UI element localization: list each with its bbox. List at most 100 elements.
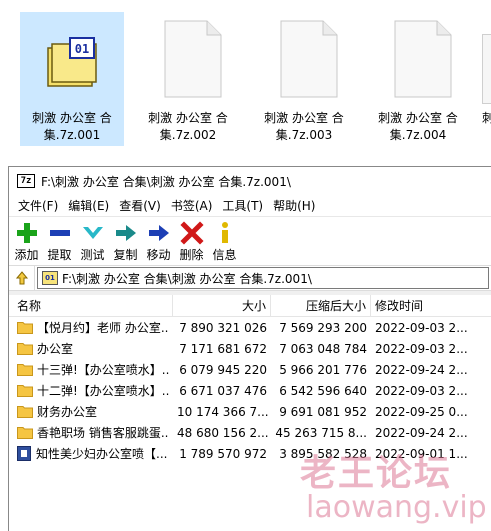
up-folder-button[interactable] <box>9 266 35 290</box>
row-size: 6 671 037 476 <box>179 383 267 398</box>
file-name: 刺激 办公室 合集.7z.004 <box>378 111 458 142</box>
test-button[interactable]: 测试 <box>77 221 108 263</box>
test-label: 测试 <box>80 248 105 262</box>
path-input[interactable]: 01 F:\刺激 办公室 合集\刺激 办公室 合集.7z.001\ <box>37 267 489 289</box>
test-icon <box>82 227 103 239</box>
info-label: 信息 <box>212 248 237 262</box>
up-arrow-icon <box>15 271 28 285</box>
folder-icon <box>17 322 33 334</box>
row-size: 48 680 156 2... <box>177 425 269 440</box>
row-name: 【悦月约】老师 办公室... <box>37 321 169 335</box>
table-row[interactable]: 十三弹!【办公室喷水】... 6 079 945 220 5 966 201 776… <box>9 359 491 380</box>
delete-label: 删除 <box>179 248 204 262</box>
add-button[interactable]: 添加 <box>11 221 42 263</box>
file-icon <box>17 446 31 461</box>
row-packed-size: 6 542 596 640 <box>279 383 367 398</box>
extract-icon <box>49 230 70 236</box>
folder-icon <box>17 385 33 397</box>
menu-edit[interactable]: 编辑(E) <box>63 195 114 217</box>
table-row[interactable]: 十二弹!【办公室喷水】... 6 671 037 476 6 542 596 640… <box>9 380 491 401</box>
info-button[interactable]: 信息 <box>209 221 240 263</box>
row-modified: 2022-09-03 2... <box>375 383 468 398</box>
menu-file[interactable]: 文件(F) <box>13 195 63 217</box>
row-name: 十二弹!【办公室喷水】... <box>37 384 169 398</box>
move-icon <box>148 225 169 241</box>
file-tile-004[interactable]: 刺激 办公室 合集.7z.004 <box>366 12 470 146</box>
list-rows: 【悦月约】老师 办公室... 7 890 321 026 7 569 293 200… <box>9 317 491 464</box>
file-tile-001[interactable]: 01 刺激 办公室 合集.7z.001 <box>20 12 124 146</box>
row-modified: 2022-09-24 2... <box>375 362 468 377</box>
file-name: 刺 <box>482 111 491 125</box>
row-name: 知性美少妇办公室喷【... <box>36 447 168 461</box>
archive-file-icon: 01 <box>47 37 97 87</box>
file-explorer-view: 01 刺激 办公室 合集.7z.001 刺激 办公室 合集.7z.002 刺激 … <box>0 0 491 160</box>
folder-icon <box>17 364 33 376</box>
move-button[interactable]: 移动 <box>143 221 174 263</box>
file-name: 刺激 办公室 合集.7z.003 <box>264 111 344 142</box>
list-header: 名称 大小 压缩后大小 修改时间 <box>9 295 491 317</box>
delete-button[interactable]: 删除 <box>176 221 207 263</box>
menu-bookmarks[interactable]: 书签(A) <box>166 195 218 217</box>
folder-icon <box>17 343 33 355</box>
row-name-cell: 香艳职场 销售客服跳蛋... <box>9 424 173 441</box>
row-name-cell: 【悦月约】老师 办公室... <box>9 319 173 336</box>
archive-path-icon: 01 <box>42 271 58 285</box>
row-size: 7 171 681 672 <box>179 341 267 356</box>
watermark-en: laowang.vip <box>306 490 487 525</box>
table-row[interactable]: 【悦月约】老师 办公室... 7 890 321 026 7 569 293 200… <box>9 317 491 338</box>
row-packed-size: 5 966 201 776 <box>279 362 367 377</box>
add-icon <box>16 223 37 243</box>
file-tile-002[interactable]: 刺激 办公室 合集.7z.002 <box>136 12 240 146</box>
column-size-header[interactable]: 大小 <box>173 295 271 316</box>
row-packed-size: 7 569 293 200 <box>279 320 367 335</box>
toolbar: 添加 提取 测试 复制 移动 删除 信息 <box>9 217 491 265</box>
row-name-cell: 财务办公室 <box>9 403 173 420</box>
file-tile-partial[interactable]: 刺 <box>482 12 491 146</box>
row-modified: 2022-09-24 2... <box>375 425 468 440</box>
title-bar[interactable]: 7z F:\刺激 办公室 合集\刺激 办公室 合集.7z.001\ <box>9 167 491 195</box>
folder-icon <box>17 406 33 418</box>
row-modified: 2022-09-03 2... <box>375 341 468 356</box>
file-tile-003[interactable]: 刺激 办公室 合集.7z.003 <box>252 12 356 146</box>
folder-icon <box>17 427 33 439</box>
document-file-icon <box>164 20 222 98</box>
row-packed-size: 9 691 081 952 <box>279 404 367 419</box>
table-row[interactable]: 办公室 7 171 681 672 7 063 048 784 2022-09-03 … <box>9 338 491 359</box>
extract-label: 提取 <box>47 248 72 262</box>
extract-button[interactable]: 提取 <box>44 221 75 263</box>
row-name-cell: 十三弹!【办公室喷水】... <box>9 361 173 378</box>
row-name: 办公室 <box>37 342 74 356</box>
add-label: 添加 <box>14 248 39 262</box>
document-file-icon <box>394 20 452 98</box>
column-modified-header[interactable]: 修改时间 <box>371 295 491 316</box>
row-size: 7 890 321 026 <box>179 320 267 335</box>
delete-icon <box>179 221 204 245</box>
path-text: F:\刺激 办公室 合集\刺激 办公室 合集.7z.001\ <box>62 271 312 286</box>
menu-help[interactable]: 帮助(H) <box>268 195 320 217</box>
column-packed-header[interactable]: 压缩后大小 <box>271 295 371 316</box>
row-size: 1 789 570 972 <box>179 446 267 461</box>
row-name: 财务办公室 <box>37 405 98 419</box>
row-size: 6 079 945 220 <box>179 362 267 377</box>
info-icon <box>221 222 228 243</box>
row-name: 香艳职场 销售客服跳蛋... <box>37 426 169 440</box>
document-file-icon <box>482 34 491 104</box>
window-title: F:\刺激 办公室 合集\刺激 办公室 合集.7z.001\ <box>41 174 291 189</box>
menu-tools[interactable]: 工具(T) <box>217 195 268 217</box>
copy-button[interactable]: 复制 <box>110 221 141 263</box>
copy-icon <box>115 225 136 241</box>
row-name-cell: 十二弹!【办公室喷水】... <box>9 382 173 399</box>
copy-label: 复制 <box>113 248 138 262</box>
row-name: 十三弹!【办公室喷水】... <box>37 363 169 377</box>
document-file-icon <box>280 20 338 98</box>
column-name-header[interactable]: 名称 <box>9 295 173 316</box>
svg-text:01: 01 <box>75 42 89 56</box>
row-name-cell: 办公室 <box>9 340 173 357</box>
menu-bar: 文件(F) 编辑(E) 查看(V) 书签(A) 工具(T) 帮助(H) <box>9 195 491 217</box>
table-row[interactable]: 财务办公室 10 174 366 7... 9 691 081 952 2022-09… <box>9 401 491 422</box>
file-name: 刺激 办公室 合集.7z.001 <box>32 111 112 142</box>
row-modified: 2022-09-25 0... <box>375 404 468 419</box>
row-size: 10 174 366 7... <box>177 404 269 419</box>
menu-view[interactable]: 查看(V) <box>114 195 166 217</box>
table-row[interactable]: 香艳职场 销售客服跳蛋... 48 680 156 2... 45 263 715 … <box>9 422 491 443</box>
